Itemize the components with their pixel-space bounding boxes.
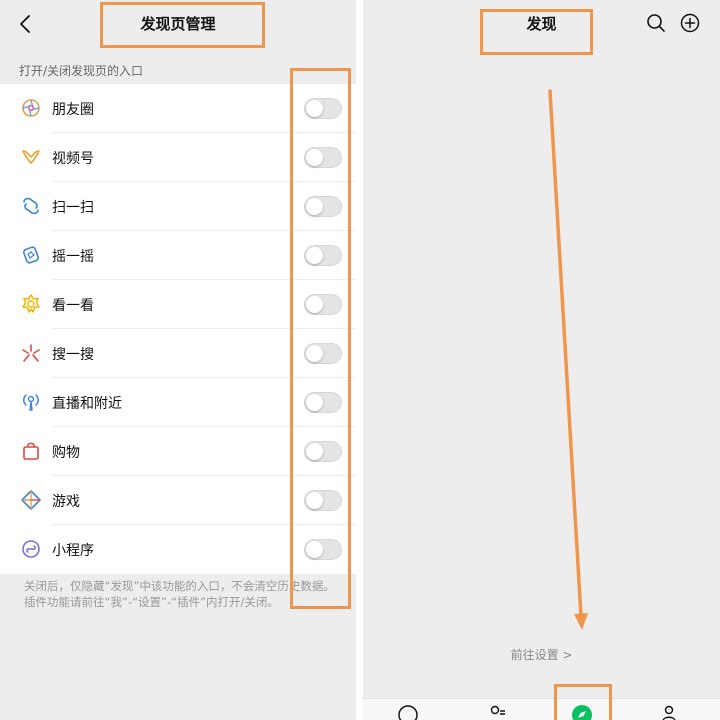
annotation-toggles-box	[290, 68, 351, 609]
games-icon	[21, 490, 41, 510]
item-label: 搜一搜	[52, 347, 94, 363]
shake-icon	[23, 246, 39, 264]
item-label: 直播和附近	[52, 396, 122, 412]
top-stories-icon	[22, 294, 40, 313]
item-label: 购物	[52, 445, 80, 461]
search-sparkle-icon	[22, 344, 40, 362]
mini-programs-icon	[22, 540, 40, 558]
shopping-bag-icon	[23, 442, 39, 460]
annotation-title-box	[100, 2, 265, 48]
item-label: 视频号	[52, 151, 94, 167]
live-nearby-icon	[23, 394, 39, 411]
item-label: 看一看	[52, 298, 94, 314]
discover-screen: 发现 前往设置 >	[363, 0, 720, 720]
annotation-arrow	[548, 89, 588, 630]
item-label: 摇一摇	[52, 249, 94, 265]
item-label: 游戏	[52, 494, 80, 510]
moments-icon	[22, 99, 40, 117]
scan-icon	[23, 197, 39, 215]
item-label: 扫一扫	[52, 200, 94, 216]
item-label: 小程序	[52, 543, 94, 559]
channels-icon	[22, 150, 40, 164]
item-label: 朋友圈	[52, 102, 94, 118]
discover-management-screen: 发现页管理 打开/关闭发现页的入口 朋友圈 视频号 扫一扫 摇一摇 看一看 搜一…	[0, 0, 356, 720]
section-header: 打开/关闭发现页的入口	[19, 64, 144, 78]
